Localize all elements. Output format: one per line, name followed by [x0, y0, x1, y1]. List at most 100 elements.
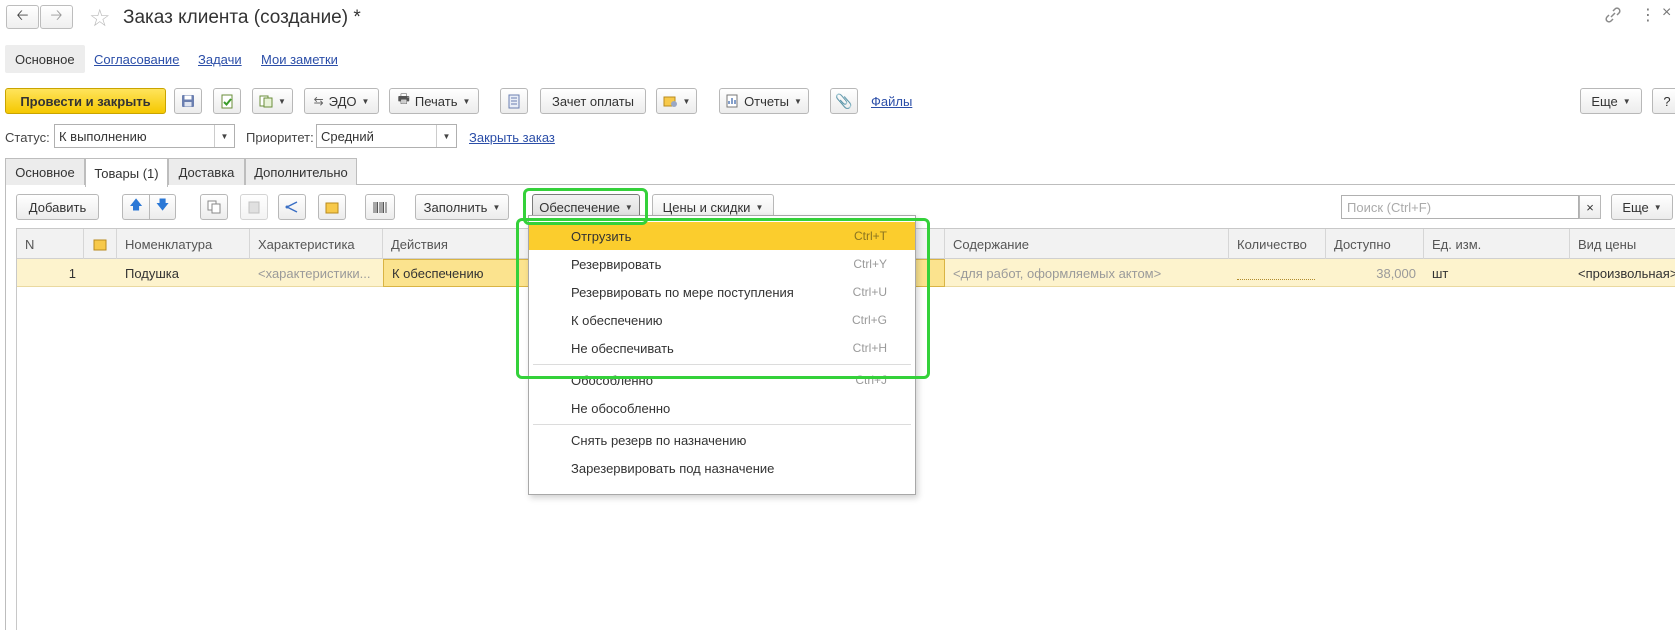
arrow-up-icon: 🡅	[129, 197, 143, 212]
clear-search-button[interactable]: ×	[1579, 195, 1601, 219]
cell-price-type[interactable]: <произвольная>	[1570, 259, 1675, 287]
add-label: Добавить	[28, 199, 87, 215]
select-goods-button[interactable]	[318, 194, 346, 220]
move-down-button[interactable]: 🡇	[149, 194, 176, 220]
provision-label: Обеспечение	[539, 199, 620, 215]
barcode-button[interactable]	[365, 194, 395, 220]
post-button[interactable]	[213, 88, 241, 114]
printer-icon: 🖶	[397, 91, 410, 106]
edo-button[interactable]: ⇆ ЭДО ▼	[304, 88, 379, 114]
fill-button[interactable]: Заполнить ▼	[415, 194, 509, 220]
forward-button[interactable]: 🡢	[40, 5, 73, 29]
save-button[interactable]	[174, 88, 202, 114]
col-provision-status[interactable]	[84, 229, 117, 259]
menu-item-label: Не обособленно	[571, 400, 671, 416]
arrow-down-icon: 🡇	[155, 197, 170, 212]
back-button[interactable]: 🡠	[6, 5, 39, 29]
col-unit[interactable]: Ед. изм.	[1424, 229, 1570, 259]
copy-icon	[207, 200, 221, 214]
cell-quantity[interactable]	[1229, 259, 1326, 287]
menu-item-ship[interactable]: Отгрузить Ctrl+T	[529, 222, 915, 250]
goods-more-label: Еще	[1622, 199, 1649, 215]
menu-separator	[533, 364, 911, 365]
col-n[interactable]: N	[17, 229, 84, 259]
link-icon[interactable]	[1604, 6, 1622, 24]
chevron-down-icon: ▼	[214, 125, 234, 147]
edo-label: ЭДО	[328, 93, 357, 109]
tab-additional[interactable]: Дополнительно	[245, 158, 357, 185]
tab-main[interactable]: Основное	[5, 158, 85, 185]
status-select[interactable]: К выполнению ▼	[54, 124, 235, 148]
attach-button[interactable]: 📎	[830, 88, 858, 114]
search-placeholder: Поиск (Ctrl+F)	[1347, 199, 1432, 215]
menu-item-to-provision[interactable]: К обеспечению Ctrl+G	[529, 306, 915, 334]
report-icon	[726, 94, 738, 108]
post-document-icon	[221, 94, 232, 108]
print-button[interactable]: 🖶 Печать ▼	[389, 88, 479, 114]
menu-item-reserve[interactable]: Резервировать Ctrl+Y	[529, 250, 915, 278]
menu-item-remove-reserve[interactable]: Снять резерв по назначению	[529, 426, 915, 454]
cell-nomenclature[interactable]: Подушка	[117, 259, 250, 287]
star-icon[interactable]: ☆	[89, 4, 111, 33]
col-nomenclature[interactable]: Номенклатура	[117, 229, 250, 259]
floppy-icon	[182, 95, 194, 107]
help-label: ?	[1663, 93, 1671, 109]
paste-icon	[248, 201, 260, 214]
split-row-button[interactable]	[278, 194, 306, 220]
files-link[interactable]: Файлы	[871, 94, 912, 109]
menu-item-shortcut: Ctrl+Y	[853, 257, 887, 271]
arrow-left-icon: 🡠	[16, 6, 29, 24]
post-and-close-button[interactable]: Провести и закрыть	[5, 88, 166, 114]
page-title: Заказ клиента (создание) *	[123, 7, 361, 28]
section-approval[interactable]: Согласование	[94, 45, 179, 73]
reports-button[interactable]: Отчеты ▼	[719, 88, 809, 114]
tab-delivery[interactable]: Доставка	[168, 158, 245, 185]
split-icon	[285, 201, 298, 213]
section-main[interactable]: Основное	[5, 45, 85, 73]
goods-more-button[interactable]: Еще ▼	[1611, 194, 1673, 220]
col-quantity[interactable]: Количество	[1229, 229, 1326, 259]
section-notes[interactable]: Мои заметки	[261, 45, 338, 73]
col-available[interactable]: Доступно	[1326, 229, 1424, 259]
create-based-on-button[interactable]: ▼	[252, 88, 293, 114]
move-up-button[interactable]: 🡅	[122, 194, 149, 220]
menu-item-reserve-for-purpose[interactable]: Зарезервировать под назначение	[529, 454, 915, 482]
help-button[interactable]: ?	[1652, 88, 1675, 114]
priority-select[interactable]: Средний ▼	[316, 124, 457, 148]
cell-characteristic[interactable]: <характеристики...	[250, 259, 383, 287]
edo-icon: ⇆	[313, 94, 324, 108]
chevron-down-icon: ▼	[624, 202, 633, 212]
tab-goods[interactable]: Товары (1)	[85, 158, 168, 187]
search-input[interactable]: Поиск (Ctrl+F)	[1341, 195, 1579, 219]
menu-item-separately[interactable]: Обособленно Ctrl+J	[529, 366, 915, 394]
menu-item-shortcut: Ctrl+J	[855, 373, 887, 387]
menu-item-reserve-on-receipt[interactable]: Резервировать по мере поступления Ctrl+U	[529, 278, 915, 306]
document-structure-button[interactable]	[500, 88, 528, 114]
close-icon: ×	[1586, 199, 1594, 215]
payment-offset-button[interactable]: Зачет оплаты	[540, 88, 646, 114]
menu-item-shortcut: Ctrl+H	[852, 341, 887, 355]
reports-label: Отчеты	[744, 93, 789, 109]
more-actions-button[interactable]: Еще ▼	[1580, 88, 1642, 114]
cell-content[interactable]: <для работ, оформляемых актом>	[945, 259, 1229, 287]
copy-row-button[interactable]	[200, 194, 228, 220]
menu-item-do-not-provide[interactable]: Не обеспечивать Ctrl+H	[529, 334, 915, 362]
close-order-link[interactable]: Закрыть заказ	[469, 130, 555, 145]
chevron-down-icon: ▼	[1622, 96, 1631, 106]
paste-row-button[interactable]	[240, 194, 268, 220]
close-window-button[interactable]: ×	[1662, 4, 1671, 22]
additional-actions-button[interactable]: ▼	[656, 88, 697, 114]
chevron-down-icon: ▼	[462, 96, 471, 106]
menu-item-not-separately[interactable]: Не обособленно	[529, 394, 915, 422]
col-price-type[interactable]: Вид цены	[1570, 229, 1675, 259]
barcode-icon	[373, 201, 387, 213]
cell-unit[interactable]: шт	[1424, 259, 1570, 287]
section-tasks[interactable]: Задачи	[198, 45, 242, 73]
col-content[interactable]: Содержание	[945, 229, 1229, 259]
vertical-dots-icon[interactable]: ⋮	[1640, 5, 1656, 25]
quantity-underline	[1237, 266, 1315, 280]
prices-label: Цены и скидки	[662, 199, 751, 215]
cell-available: 38,000	[1376, 265, 1416, 281]
add-row-button[interactable]: Добавить	[16, 194, 99, 220]
col-characteristic[interactable]: Характеристика	[250, 229, 383, 259]
